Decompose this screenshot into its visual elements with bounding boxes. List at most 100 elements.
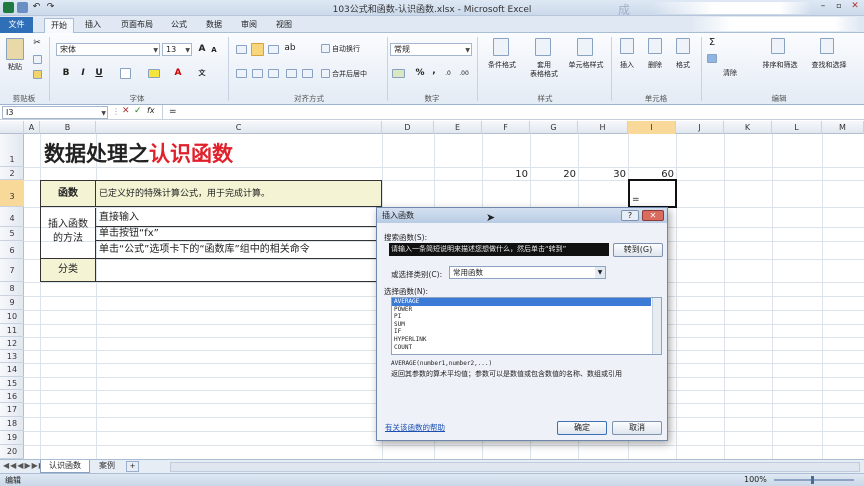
row-header[interactable]: 18	[0, 417, 24, 431]
align-bottom-icon[interactable]	[268, 45, 279, 54]
tab-home[interactable]: 开始	[44, 18, 74, 34]
delete-cells-button[interactable]: 删除	[642, 61, 668, 70]
shrink-font-button[interactable]: A	[208, 44, 220, 56]
percent-button[interactable]: %	[414, 67, 426, 79]
sheet-tab[interactable]: 案例	[92, 460, 122, 473]
clear-button[interactable]: 清除	[718, 69, 742, 78]
row-header[interactable]: 9	[0, 296, 24, 310]
row-header[interactable]: 20	[0, 445, 24, 459]
function-item[interactable]: COUNT	[392, 344, 661, 352]
row-header[interactable]: 13	[0, 350, 24, 363]
orientation-icon[interactable]: ab	[284, 44, 296, 53]
search-input[interactable]: 请输入一条简短说明来描述您想做什么，然后单击“转到”	[389, 243, 609, 256]
confirm-edit-icon[interactable]: ✓	[134, 106, 142, 116]
function-item-selected[interactable]: AVERAGE	[392, 298, 651, 306]
category-select[interactable]: 常用函数 ▼	[449, 266, 606, 279]
row-header[interactable]: 10	[0, 310, 24, 324]
name-box[interactable]: I3 ▼	[2, 106, 108, 119]
paste-icon[interactable]	[6, 38, 24, 60]
format-cells-button[interactable]: 格式	[670, 61, 696, 70]
tab-file[interactable]: 文件	[0, 17, 33, 33]
cancel-edit-icon[interactable]: ✕	[122, 106, 130, 116]
tab-formulas[interactable]: 公式	[164, 18, 194, 32]
align-right-icon[interactable]	[268, 69, 279, 78]
row-header[interactable]: 5	[0, 227, 24, 241]
row-header[interactable]: 12	[0, 337, 24, 350]
sort-filter-button[interactable]: 排序和筛选	[756, 61, 804, 70]
currency-icon[interactable]	[392, 69, 405, 78]
copy-icon[interactable]	[33, 55, 42, 64]
column-header[interactable]: F	[482, 121, 530, 134]
function-item[interactable]: POWER	[392, 306, 661, 314]
tab-review[interactable]: 审阅	[234, 18, 264, 32]
horizontal-scrollbar[interactable]	[170, 462, 860, 472]
tab-page-layout[interactable]: 页面布局	[115, 18, 159, 32]
format-painter-icon[interactable]	[33, 70, 42, 79]
new-sheet-icon[interactable]: +	[126, 461, 139, 472]
number-format-select[interactable]: 常规 ▼	[390, 43, 472, 56]
dialog-close-icon[interactable]: ✕	[642, 210, 664, 221]
font-size-select[interactable]: 13 ▼	[162, 43, 192, 56]
font-color-icon[interactable]: A	[172, 67, 184, 79]
column-header[interactable]: K	[724, 121, 772, 134]
align-left-icon[interactable]	[236, 69, 247, 78]
row-header-selected[interactable]: 3	[0, 180, 24, 207]
border-icon[interactable]	[120, 68, 131, 79]
row-header[interactable]: 16	[0, 390, 24, 403]
go-button[interactable]: 转到(G)	[613, 243, 663, 257]
grow-font-button[interactable]: A	[196, 43, 208, 55]
function-item[interactable]: PI	[392, 313, 661, 321]
comma-button[interactable]: ,	[428, 65, 440, 77]
row-header[interactable]: 4	[0, 207, 24, 227]
increase-indent-icon[interactable]	[302, 69, 313, 78]
column-header[interactable]: C	[96, 121, 382, 134]
find-select-button[interactable]: 查找和选择	[804, 61, 854, 70]
function-item[interactable]: SUM	[392, 321, 661, 329]
function-help-link[interactable]: 有关该函数的帮助	[385, 422, 445, 433]
align-center-icon[interactable]	[252, 69, 263, 78]
chevron-down-icon[interactable]: ▼	[595, 267, 605, 278]
zoom-slider-thumb[interactable]	[811, 476, 814, 484]
insert-cells-button[interactable]: 插入	[614, 61, 640, 70]
font-name-select[interactable]: 宋体 ▼	[56, 43, 160, 56]
sheet-tab-active[interactable]: 认识函数	[40, 460, 90, 473]
row-header[interactable]: 2	[0, 167, 24, 180]
function-list-scrollbar[interactable]	[652, 298, 661, 354]
phonetic-icon[interactable]: 文	[196, 67, 208, 79]
align-top-icon[interactable]	[236, 45, 247, 54]
column-header-selected[interactable]: I	[628, 121, 676, 134]
cancel-button[interactable]: 取消	[612, 421, 662, 435]
row-header[interactable]: 6	[0, 241, 24, 259]
row-header[interactable]: 14	[0, 363, 24, 377]
find-select-icon[interactable]	[820, 38, 834, 54]
row-header[interactable]: 1	[0, 134, 24, 167]
decrease-indent-icon[interactable]	[286, 69, 297, 78]
column-header[interactable]: H	[578, 121, 628, 134]
conditional-format-button[interactable]: 条件格式	[482, 61, 522, 70]
wrap-text-button[interactable]: 自动换行	[332, 45, 372, 54]
insert-function-icon[interactable]: fx	[147, 106, 155, 115]
wrap-text-icon[interactable]	[321, 44, 330, 53]
fill-icon[interactable]	[707, 54, 717, 63]
autosum-icon[interactable]: Σ	[706, 38, 718, 48]
format-as-table-icon[interactable]	[535, 38, 551, 56]
increase-decimal-icon[interactable]: .0	[442, 69, 454, 78]
bold-button[interactable]: B	[60, 67, 72, 79]
cut-icon[interactable]: ✂	[32, 39, 42, 48]
zoom-level[interactable]: 100%	[744, 475, 767, 484]
tab-data[interactable]: 数据	[199, 18, 229, 32]
row-header[interactable]: 17	[0, 403, 24, 417]
function-item[interactable]: IF	[392, 328, 661, 336]
sort-filter-icon[interactable]	[771, 38, 785, 54]
minimize-icon[interactable]: –	[816, 1, 830, 14]
function-item[interactable]: HYPERLINK	[392, 336, 661, 344]
column-header[interactable]: J	[676, 121, 724, 134]
format-cells-icon[interactable]	[676, 38, 690, 54]
fill-color-icon[interactable]	[148, 69, 160, 78]
row-header[interactable]: 7	[0, 259, 24, 282]
format-as-table-button[interactable]: 套用 表格格式	[522, 61, 566, 79]
row-header[interactable]: 19	[0, 431, 24, 445]
cell-styles-icon[interactable]	[577, 38, 593, 56]
paste-button[interactable]: 粘贴	[2, 63, 28, 72]
column-header[interactable]: G	[530, 121, 578, 134]
